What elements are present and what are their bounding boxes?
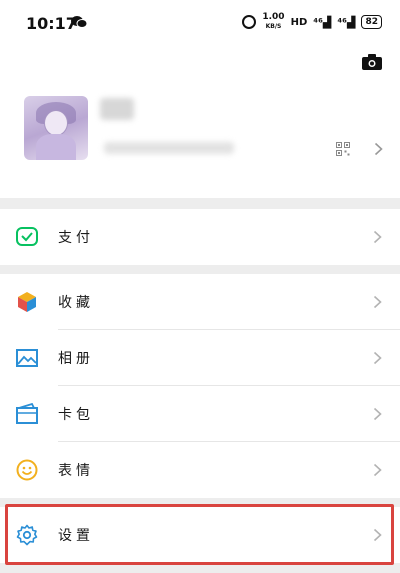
signal-1-label: ⁴⁶	[313, 15, 323, 29]
menu-label-stickers: 表情	[58, 463, 94, 479]
menu-item-stickers[interactable]: 表情	[0, 442, 400, 498]
qr-code-icon[interactable]	[336, 142, 350, 156]
wechat-notification-icon	[71, 16, 88, 28]
menu-label-album: 相册	[58, 351, 94, 367]
pay-group: 支付	[0, 209, 400, 265]
menu-label-pay: 支付	[58, 230, 94, 246]
network-speed: 1.00 KB/S	[262, 13, 284, 31]
menu-label-settings: 设置	[58, 528, 94, 544]
avatar-face	[44, 110, 68, 136]
avatar-body	[36, 134, 76, 160]
menu-item-pay[interactable]: 支付	[0, 209, 400, 265]
chevron-right-icon	[373, 230, 382, 244]
signal-2-label: ⁴⁶	[337, 15, 347, 29]
menu-item-settings[interactable]: 设置	[0, 507, 400, 563]
wechat-id-blurred	[104, 142, 234, 154]
status-indicators: 1.00 KB/S HD ⁴⁶▟ ⁴⁶▟ 82	[242, 13, 382, 31]
features-group: 收藏 相册 卡包 表情	[0, 274, 400, 498]
network-speed-unit: KB/S	[265, 23, 282, 30]
gear-icon	[16, 524, 38, 546]
menu-item-favorites[interactable]: 收藏	[0, 274, 400, 330]
album-icon	[16, 349, 38, 367]
alarm-icon	[242, 15, 257, 29]
pay-icon	[16, 227, 38, 246]
menu-item-cards[interactable]: 卡包	[0, 386, 400, 442]
nickname-blurred	[100, 98, 134, 120]
chevron-right-icon[interactable]	[374, 142, 383, 156]
signal-icon-1: ⁴⁶▟	[313, 15, 332, 29]
chevron-right-icon	[373, 407, 382, 421]
settings-group: 设置	[0, 507, 400, 563]
chevron-right-icon	[373, 528, 382, 542]
battery-indicator: 82	[361, 15, 382, 29]
stickers-icon	[16, 459, 38, 481]
avatar[interactable]	[24, 96, 88, 160]
menu-label-favorites: 收藏	[58, 295, 94, 311]
camera-icon[interactable]	[362, 54, 382, 70]
profile-header[interactable]	[0, 44, 400, 198]
menu-label-cards: 卡包	[58, 407, 94, 423]
chevron-right-icon	[373, 463, 382, 477]
chevron-right-icon	[373, 295, 382, 309]
cards-icon	[16, 403, 38, 424]
status-bar: 10:17 1.00 KB/S HD ⁴⁶▟ ⁴⁶▟ 82	[0, 0, 400, 44]
network-speed-value: 1.00	[262, 12, 285, 22]
menu-item-album[interactable]: 相册	[0, 330, 400, 386]
chevron-right-icon	[373, 351, 382, 365]
hd-badge: HD	[290, 16, 308, 28]
favorites-icon	[18, 292, 36, 312]
signal-icon-2: ⁴⁶▟	[337, 15, 356, 29]
